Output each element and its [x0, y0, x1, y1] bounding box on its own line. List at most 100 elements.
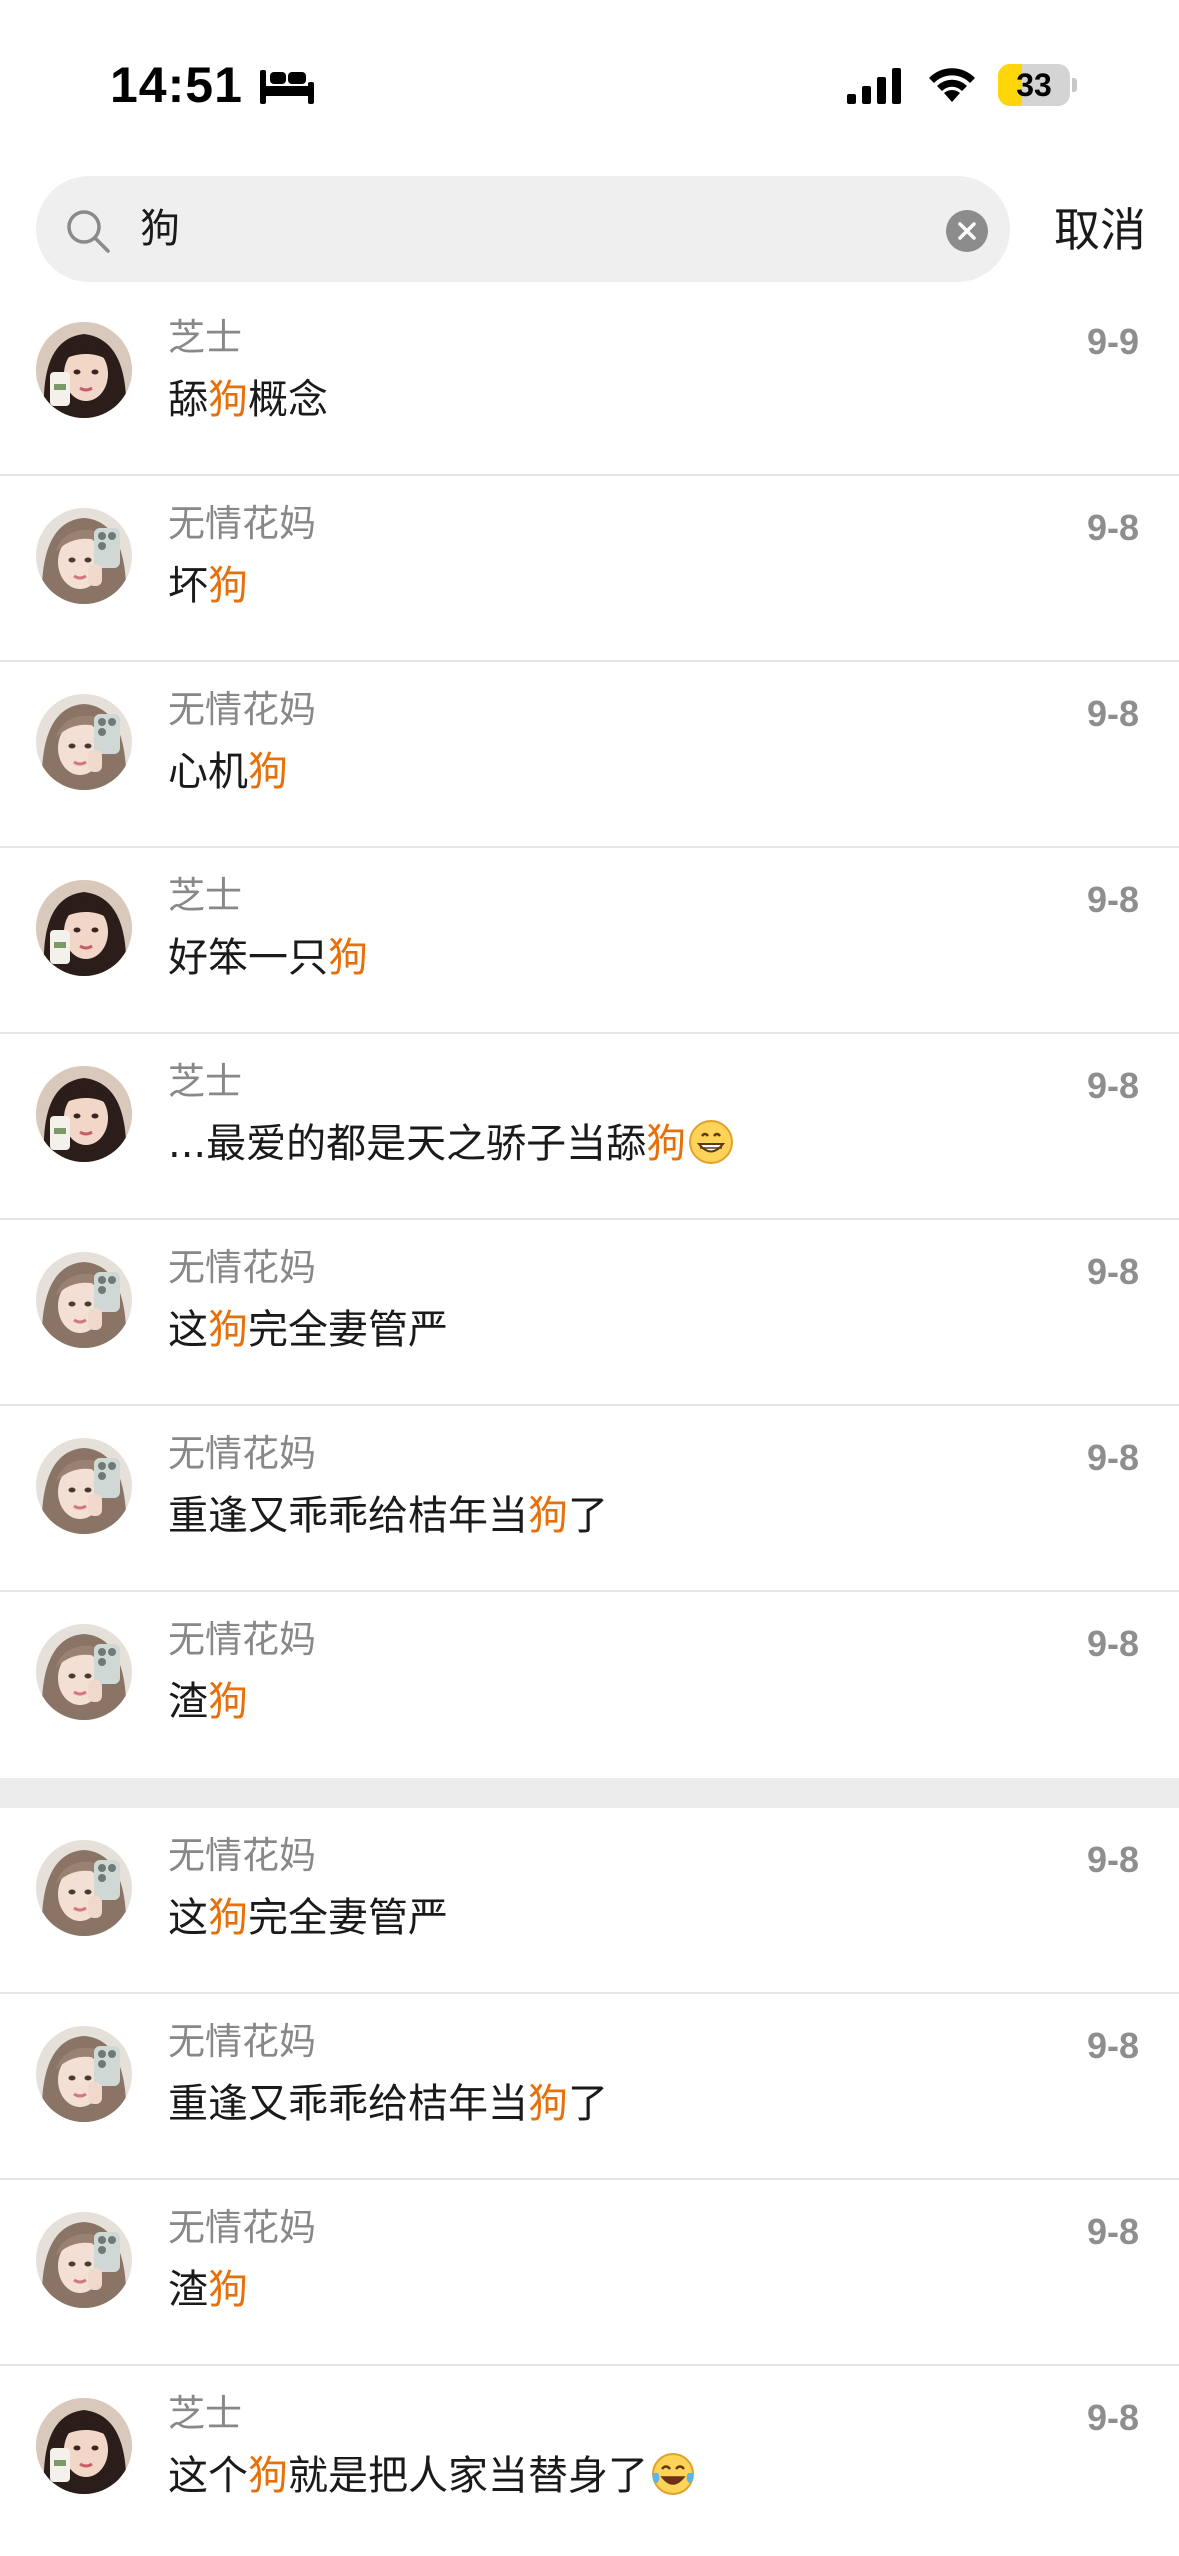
snippet-text: 这 — [168, 1895, 208, 1941]
message-snippet: 这狗完全妻管严 — [168, 1892, 448, 1944]
snippet-text: 心机 — [168, 749, 248, 795]
message-result-row[interactable]: 无情花妈 9-8 重逢又乖乖给桔年当狗了 — [0, 1994, 1179, 2180]
message-result-row[interactable]: 芝士 9-8 这个狗就是把人家当替身了 — [0, 2366, 1179, 2552]
message-snippet: 这狗完全妻管严 — [168, 1304, 448, 1356]
search-results-list: 芝士 9-9 舔狗概念 无情花妈 9-8 坏狗 无情花妈 9-8 心机狗 芝士 … — [0, 290, 1179, 2552]
avatar-wuqing[interactable] — [36, 694, 132, 790]
message-date: 9-8 — [1086, 693, 1139, 734]
message-snippet: 渣狗 — [168, 2264, 248, 2316]
sender-name: 无情花妈 — [168, 688, 316, 731]
avatar-wuqing[interactable] — [36, 2212, 132, 2308]
bed-icon — [260, 70, 314, 104]
keyword-highlight: 狗 — [208, 2267, 248, 2313]
avatar-zhishi[interactable] — [36, 1066, 132, 1162]
snippet-text: 坏 — [168, 563, 208, 609]
snippet-text: 重逢又乖乖给桔年当 — [168, 1493, 528, 1539]
avatar-wuqing[interactable] — [36, 1252, 132, 1348]
avatar-zhishi[interactable] — [36, 322, 132, 418]
message-result-row[interactable]: 芝士 9-8 好笨一只狗 — [0, 848, 1179, 1034]
message-date: 9-8 — [1086, 2211, 1139, 2252]
sender-name: 无情花妈 — [168, 1246, 316, 1289]
message-snippet: 这个狗就是把人家当替身了 — [168, 2450, 696, 2502]
avatar-wuqing[interactable] — [36, 1840, 132, 1936]
keyword-highlight: 狗 — [208, 1895, 248, 1941]
message-result-row[interactable]: 无情花妈 9-8 渣狗 — [0, 1592, 1179, 1778]
message-result-row[interactable]: 无情花妈 9-8 这狗完全妻管严 — [0, 1220, 1179, 1406]
message-result-row[interactable]: 无情花妈 9-8 心机狗 — [0, 662, 1179, 848]
snippet-text: 完全妻管严 — [248, 1895, 448, 1941]
status-bar: 14:51 33 — [0, 0, 1179, 160]
avatar-wuqing[interactable] — [36, 1624, 132, 1720]
status-time: 14:51 — [110, 57, 243, 113]
sender-name: 无情花妈 — [168, 2020, 316, 2063]
snippet-text: 就是把人家当替身了 — [288, 2453, 648, 2499]
message-result-row[interactable]: 无情花妈 9-8 渣狗 — [0, 2180, 1179, 2366]
keyword-highlight: 狗 — [248, 2453, 288, 2499]
cancel-button[interactable]: 取消 — [1054, 200, 1146, 260]
message-date: 9-8 — [1086, 1839, 1139, 1880]
snippet-text: 概念 — [248, 377, 328, 423]
keyword-highlight: 狗 — [248, 749, 288, 795]
message-date: 9-8 — [1086, 1623, 1139, 1664]
battery-cap — [1072, 78, 1077, 92]
search-field[interactable] — [36, 176, 1010, 282]
message-result-row[interactable]: 芝士 9-8 ...最爱的都是天之骄子当舔狗 — [0, 1034, 1179, 1220]
message-date: 9-8 — [1086, 507, 1139, 548]
message-date: 9-8 — [1086, 2397, 1139, 2438]
result-group: 芝士 9-9 舔狗概念 无情花妈 9-8 坏狗 无情花妈 9-8 心机狗 芝士 … — [0, 290, 1179, 1778]
sender-name: 芝士 — [168, 2392, 242, 2435]
message-date: 9-8 — [1086, 1251, 1139, 1292]
snippet-text: 重逢又乖乖给桔年当 — [168, 2081, 528, 2127]
battery-indicator: 33 — [998, 64, 1077, 106]
battery-level: 33 — [1016, 67, 1052, 103]
avatar-zhishi[interactable] — [36, 880, 132, 976]
sender-name: 无情花妈 — [168, 1618, 316, 1661]
message-date: 9-8 — [1086, 2025, 1139, 2066]
snippet-text: 好笨一只 — [168, 935, 328, 981]
keyword-highlight: 狗 — [646, 1121, 687, 1167]
search-icon — [67, 210, 110, 253]
snippet-text: ...最爱的都是天之骄子当舔 — [168, 1121, 647, 1167]
cellular-signal-icon — [847, 68, 901, 104]
message-date: 9-8 — [1086, 1437, 1139, 1478]
grin-emoji — [688, 1119, 734, 1165]
snippet-text: 完全妻管严 — [248, 1307, 448, 1353]
avatar-wuqing[interactable] — [36, 508, 132, 604]
avatar-zhishi[interactable] — [36, 2398, 132, 2494]
message-snippet: 重逢又乖乖给桔年当狗了 — [168, 2078, 608, 2130]
snippet-text: 了 — [568, 1493, 608, 1539]
wifi-icon — [929, 68, 975, 102]
keyword-highlight: 狗 — [528, 1493, 568, 1539]
message-snippet: 好笨一只狗 — [168, 932, 368, 984]
message-snippet: ...最爱的都是天之骄子当舔狗 — [168, 1118, 734, 1170]
message-snippet: 渣狗 — [168, 1676, 248, 1728]
snippet-text: 这个 — [168, 2453, 248, 2499]
message-result-row[interactable]: 芝士 9-9 舔狗概念 — [0, 290, 1179, 476]
avatar-wuqing[interactable] — [36, 1438, 132, 1534]
group-separator — [0, 1778, 1179, 1808]
message-date: 9-9 — [1086, 321, 1139, 362]
keyword-highlight: 狗 — [528, 2081, 568, 2127]
message-snippet: 心机狗 — [168, 746, 288, 798]
avatar-wuqing[interactable] — [36, 2026, 132, 2122]
keyword-highlight: 狗 — [208, 1307, 248, 1353]
snippet-text: 渣 — [168, 1679, 208, 1725]
message-result-row[interactable]: 无情花妈 9-8 坏狗 — [0, 476, 1179, 662]
sender-name: 无情花妈 — [168, 2206, 316, 2249]
message-snippet: 重逢又乖乖给桔年当狗了 — [168, 1490, 608, 1542]
message-date: 9-8 — [1086, 879, 1139, 920]
keyword-highlight: 狗 — [328, 935, 368, 981]
clear-icon[interactable] — [946, 210, 988, 252]
sender-name: 无情花妈 — [168, 1432, 316, 1475]
snippet-text: 渣 — [168, 2267, 208, 2313]
search-input[interactable] — [140, 204, 840, 254]
sender-name: 无情花妈 — [168, 502, 316, 545]
message-date: 9-8 — [1086, 1065, 1139, 1106]
message-result-row[interactable]: 无情花妈 9-8 重逢又乖乖给桔年当狗了 — [0, 1406, 1179, 1592]
message-result-row[interactable]: 无情花妈 9-8 这狗完全妻管严 — [0, 1808, 1179, 1994]
keyword-highlight: 狗 — [208, 1679, 248, 1725]
keyword-highlight: 狗 — [208, 377, 248, 423]
snippet-text: 了 — [568, 2081, 608, 2127]
sender-name: 芝士 — [168, 1060, 242, 1103]
sender-name: 无情花妈 — [168, 1834, 316, 1877]
